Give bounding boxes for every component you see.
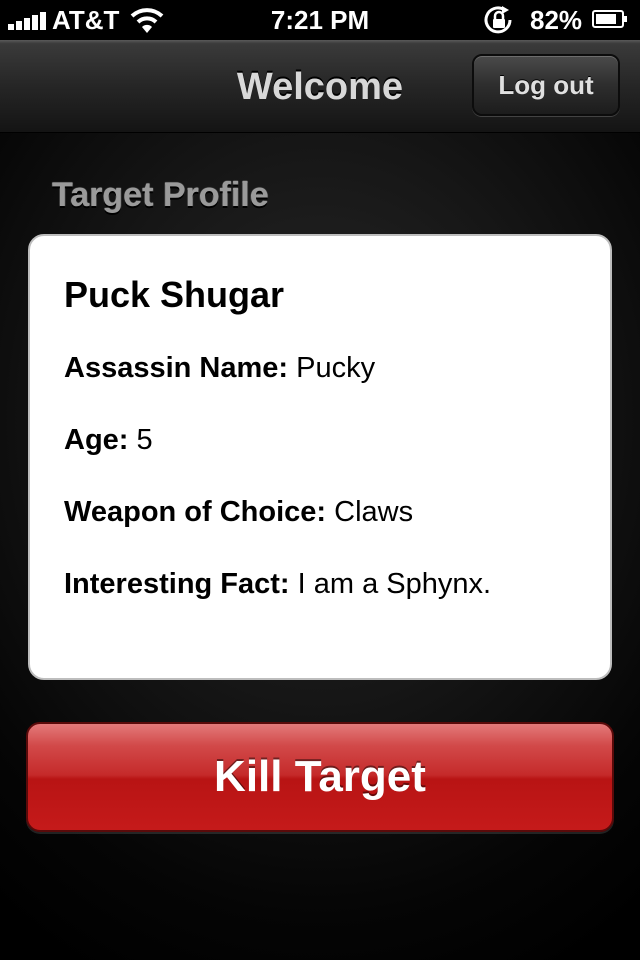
kill-target-button[interactable]: Kill Target xyxy=(26,722,614,832)
field-value: 5 xyxy=(136,424,153,456)
field-value: Claws xyxy=(334,496,414,528)
field-label: Weapon of Choice: xyxy=(64,496,327,528)
target-name: Puck Shugar xyxy=(64,274,285,315)
battery-percentage: 82% xyxy=(530,5,583,35)
status-bar: AT&T 7:21 PM 82% xyxy=(0,0,640,40)
target-profile-card: Puck Shugar Assassin Name: Pucky Age: 5 … xyxy=(28,234,612,680)
rotation-lock-icon xyxy=(484,6,512,34)
app-screen: AT&T 7:21 PM 82% Welcome Log out Target … xyxy=(0,0,640,960)
field-age: Age: 5 xyxy=(64,424,153,457)
navigation-bar: Welcome Log out xyxy=(0,40,640,133)
field-interesting-fact: Interesting Fact: I am a Sphynx. xyxy=(64,568,491,601)
section-title: Target Profile xyxy=(52,176,269,214)
field-value: Pucky xyxy=(296,352,376,384)
field-label: Interesting Fact: xyxy=(64,568,290,600)
field-assassin-name: Assassin Name: Pucky xyxy=(64,352,375,385)
battery-icon xyxy=(592,10,627,28)
logout-button[interactable]: Log out xyxy=(472,54,620,116)
field-label: Age: xyxy=(64,424,129,456)
field-weapon-of-choice: Weapon of Choice: Claws xyxy=(64,496,413,529)
field-label: Assassin Name: xyxy=(64,352,289,384)
field-value: I am a Sphynx. xyxy=(297,568,492,600)
